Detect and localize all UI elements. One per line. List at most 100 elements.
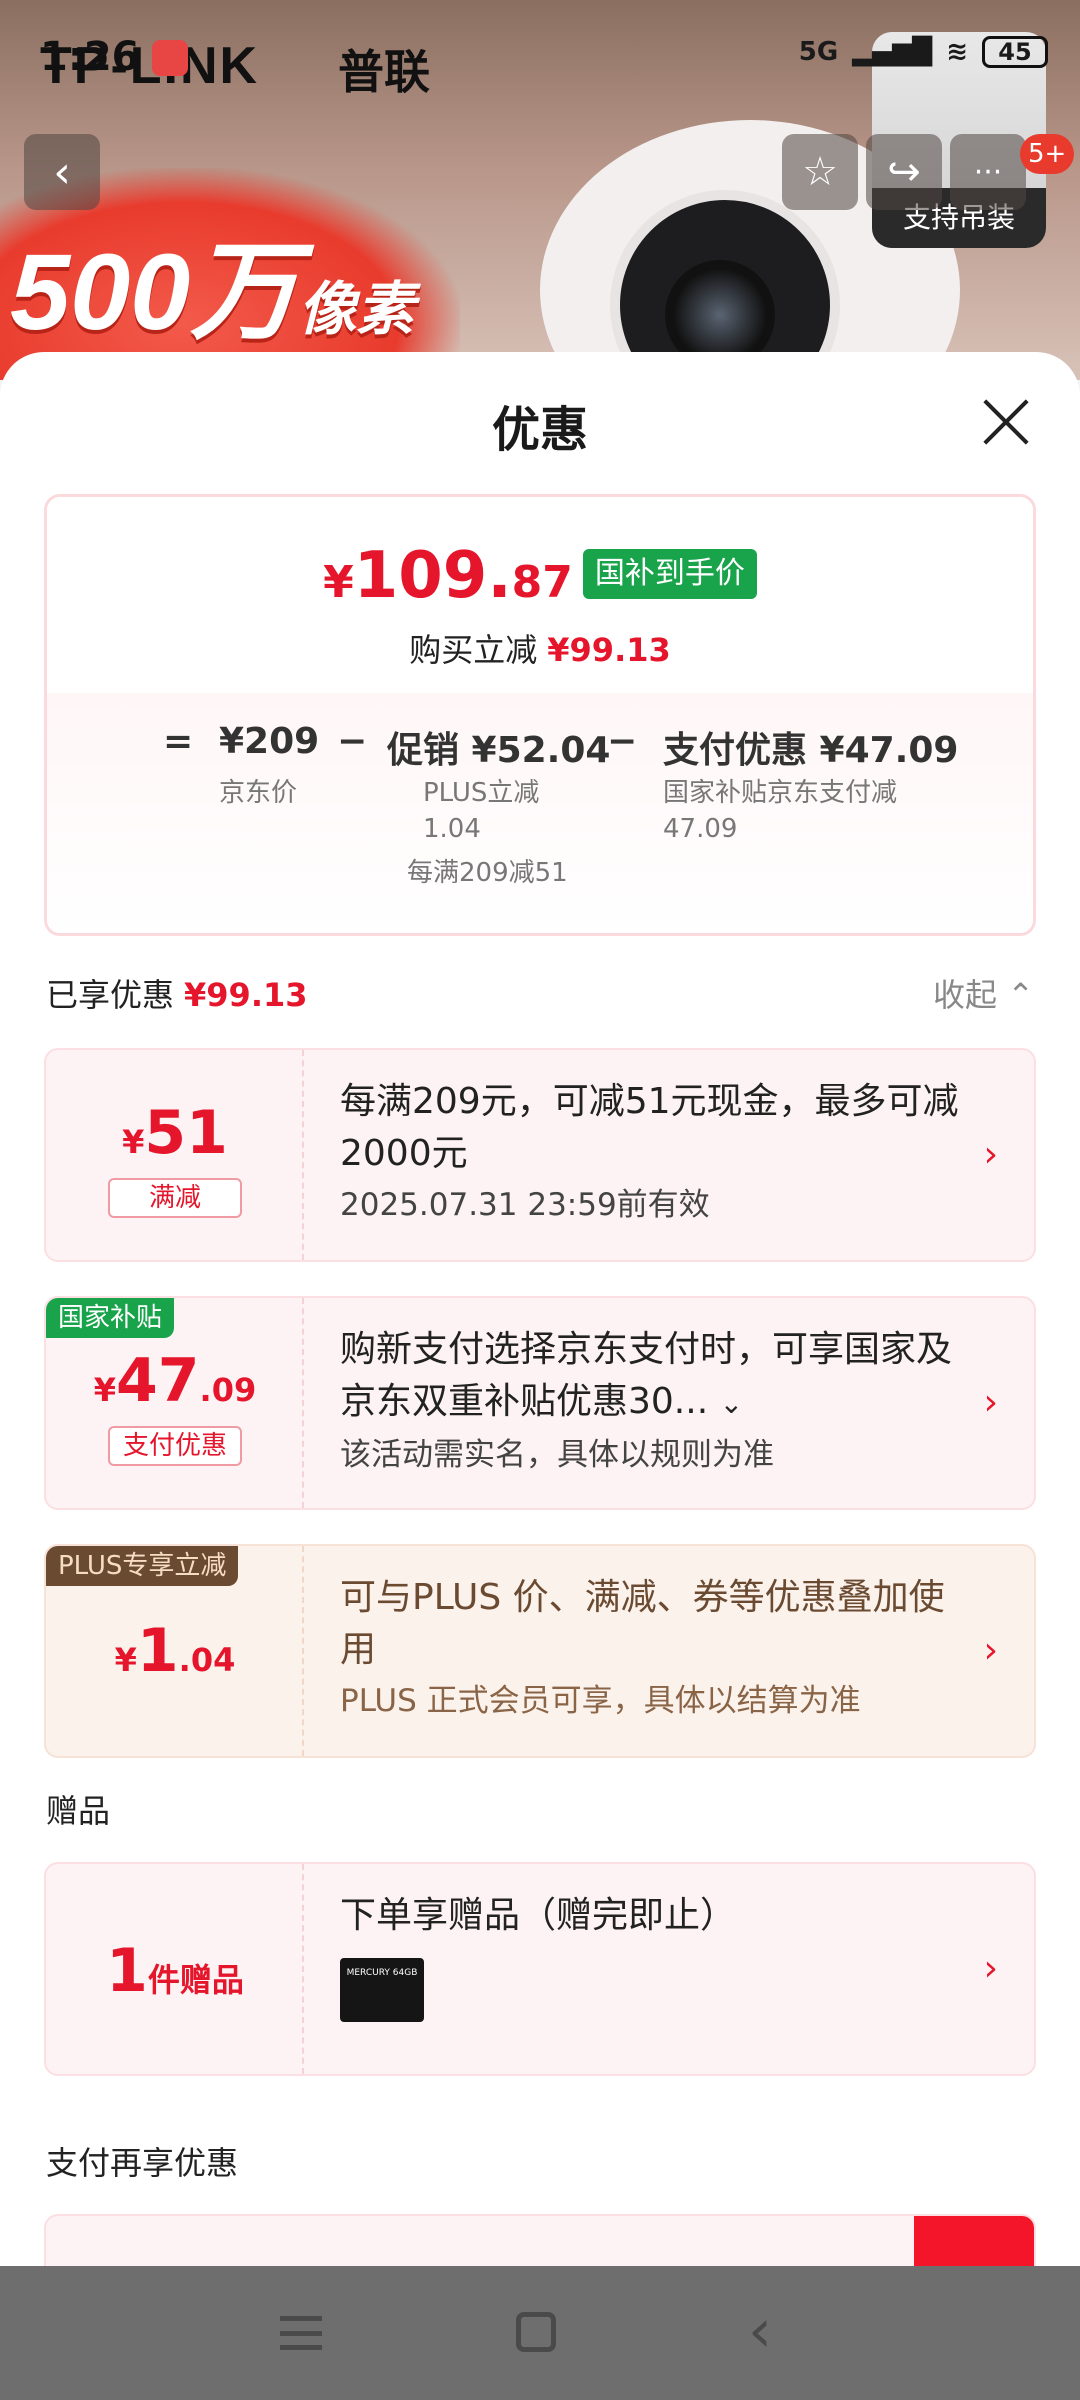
coupon-amount: ¥47.09 — [46, 1346, 304, 1416]
back-nav-icon[interactable]: ‹ — [748, 2296, 772, 2366]
coupon-body: 可与PLUS 价、满减、券等优惠叠加使用 PLUS 正式会员可享，具体以结算为准 — [340, 1572, 960, 1726]
reduce-label: 购买立减 — [409, 631, 538, 669]
gift-count-number: 1 — [106, 1936, 148, 2006]
more-icon: ··· — [973, 154, 1003, 190]
chevron-right-icon: › — [983, 1948, 998, 1989]
formula-jd-price-label: 京东价 — [219, 778, 298, 808]
instant-reduction: 购买立减 ¥99.13 — [47, 625, 1033, 671]
share-button[interactable]: ↪ — [866, 134, 942, 210]
notification-badge: 5+ — [1020, 134, 1075, 174]
close-icon[interactable] — [980, 396, 1032, 448]
coupon-corner-tag: 国家补贴 — [46, 1298, 175, 1338]
recent-apps-icon[interactable] — [280, 2316, 322, 2350]
chevron-right-icon: › — [983, 1382, 998, 1423]
price-decimal: 87 — [511, 557, 573, 608]
share-icon: ↪ — [887, 149, 921, 195]
coupon-body: 每满209元，可减51元现金，最多可减2000元 2025.07.31 23:5… — [340, 1076, 960, 1230]
formula-pay-sub-value: 47.09 — [663, 814, 738, 844]
gift-card[interactable]: 1件赠品 下单享赠品（赠完即止） MERCURY 64GB › — [44, 1862, 1036, 2076]
coupon-description: 每满209元，可减51元现金，最多可减2000元 — [340, 1081, 959, 1174]
status-bar: 1:26 5G ▂▄▆█ ≋ 45 — [0, 0, 1080, 90]
gift-section-title: 赠品 — [46, 1792, 111, 1830]
coupon-dec: .04 — [178, 1641, 236, 1679]
more-button[interactable]: ··· — [950, 134, 1026, 210]
coupon-type-tag: 满减 — [108, 1178, 242, 1218]
price-integer: 109. — [353, 539, 512, 613]
gift-count: 1件赠品 — [46, 1936, 304, 2006]
promo-text: 500万像素 — [10, 205, 414, 361]
back-icon: ‹ — [53, 146, 71, 198]
formula-minus: − — [337, 721, 368, 762]
wifi-icon: ≋ — [946, 37, 968, 67]
formula-promo-full-reduction: 每满209减51 — [407, 858, 568, 888]
coupon-currency: ¥ — [114, 1641, 137, 1679]
chevron-down-icon[interactable]: ⌄ — [720, 1387, 743, 1420]
subsidy-price-tag: 国补到手价 — [582, 549, 757, 599]
status-time: 1:26 — [40, 34, 140, 80]
coupon-amount: ¥51 — [46, 1098, 304, 1168]
network-label: 5G — [798, 37, 839, 67]
coupon-description-text: 购新支付选择京东支付时，可享国家及京东双重补贴优惠30... — [340, 1329, 953, 1422]
chevron-right-icon: › — [983, 1134, 998, 1175]
coupon-amount-panel: ¥51 满减 — [46, 1050, 304, 1260]
system-navigation-bar: ‹ — [0, 2266, 1080, 2400]
enjoyed-label: 已享优惠 — [46, 976, 175, 1014]
gift-count-label: 件赠品 — [147, 1961, 244, 1999]
favorite-button[interactable]: ☆ — [782, 134, 858, 210]
formula-jd-price: ¥209 — [219, 721, 320, 762]
collapse-label: 收起 — [933, 976, 998, 1014]
discount-sheet: 优惠 ¥109.87 国补到手价 购买立减 ¥99.13 = ¥209 京东价 − … — [0, 352, 1080, 2266]
chevron-up-icon: ⌃ — [1007, 976, 1034, 1014]
back-button[interactable]: ‹ — [24, 134, 100, 210]
reduce-value: ¥99.13 — [547, 631, 671, 669]
formula-minus: − — [607, 721, 638, 762]
coupon-currency: ¥ — [122, 1123, 145, 1161]
coupon-body: 购新支付选择京东支付时，可享国家及京东双重补贴优惠30... ⌄ 该活动需实名，… — [340, 1324, 960, 1480]
coupon-note: PLUS 正式会员可享，具体以结算为准 — [340, 1683, 861, 1719]
price-summary-card: ¥109.87 国补到手价 购买立减 ¥99.13 = ¥209 京东价 − 促销 … — [44, 494, 1036, 936]
formula-pay-sub: 国家补贴京东支付减 — [663, 778, 898, 808]
gift-body: 下单享赠品（赠完即止） MERCURY 64GB — [340, 1890, 960, 2022]
pay-offer-card[interactable] — [44, 2214, 1036, 2266]
gift-count-panel: 1件赠品 — [46, 1864, 304, 2074]
promo-small: 像素 — [298, 277, 415, 342]
coupon-national-subsidy[interactable]: ¥47.09 支付优惠 国家补贴 购新支付选择京东支付时，可享国家及京东双重补贴… — [44, 1296, 1036, 1510]
coupon-type-tag: 支付优惠 — [108, 1426, 242, 1466]
enjoyed-value: ¥99.13 — [184, 976, 308, 1014]
enjoyed-discount: 已享优惠 ¥99.13 — [46, 970, 308, 1016]
coupon-description: 可与PLUS 价、满减、券等优惠叠加使用 — [340, 1577, 945, 1670]
price-formula: = ¥209 京东价 − 促销 ¥52.04 PLUS立减 1.04 每满209… — [47, 693, 1033, 933]
coupon-description: 购新支付选择京东支付时，可享国家及京东双重补贴优惠30... ⌄ — [340, 1324, 960, 1430]
status-icons: 5G ▂▄▆█ ≋ 45 — [799, 36, 1048, 68]
coupon-validity: 2025.07.31 23:59前有效 — [340, 1187, 710, 1223]
gift-image: MERCURY 64GB — [340, 1958, 424, 2022]
sheet-title: 优惠 — [491, 402, 588, 458]
coupon-note: 该活动需实名，具体以规则为准 — [340, 1437, 774, 1473]
coupon-amount: ¥1.04 — [46, 1616, 304, 1686]
final-price: ¥109.87 国补到手价 — [47, 539, 1033, 613]
star-icon: ☆ — [802, 149, 838, 195]
formula-pay: 支付优惠 ¥47.09 — [663, 730, 959, 771]
coupon-full-reduction[interactable]: ¥51 满减 每满209元，可减51元现金，最多可减2000元 2025.07.… — [44, 1048, 1036, 1262]
formula-promo: 促销 ¥52.04 — [387, 730, 611, 771]
coupon-int: 51 — [144, 1098, 228, 1168]
coupon-int: 1 — [136, 1616, 179, 1686]
coupon-currency: ¥ — [93, 1371, 117, 1409]
gift-description: 下单享赠品（赠完即止） — [340, 1895, 737, 1936]
coupon-corner-tag: PLUS专享立减 — [46, 1546, 239, 1586]
pay-offer-action[interactable] — [914, 2216, 1034, 2266]
coupon-int: 47 — [116, 1346, 200, 1416]
signal-icon: ▂▄▆█ — [852, 37, 933, 67]
coupon-plus[interactable]: ¥1.04 PLUS专享立减 可与PLUS 价、满减、券等优惠叠加使用 PLUS… — [44, 1544, 1036, 1758]
formula-promo-plus: PLUS立减 — [423, 778, 540, 808]
collapse-button[interactable]: 收起 ⌃ — [933, 970, 1034, 1016]
formula-promo-plus-value: 1.04 — [423, 814, 481, 844]
home-icon[interactable] — [516, 2312, 556, 2352]
price-currency: ¥ — [323, 557, 354, 608]
chevron-right-icon: › — [983, 1630, 998, 1671]
promo-big: 500万 — [10, 231, 299, 352]
pay-section-title: 支付再享优惠 — [46, 2144, 239, 2182]
battery-icon: 45 — [982, 36, 1048, 68]
app-notification-icon — [152, 40, 188, 76]
formula-equals: = — [163, 721, 194, 762]
